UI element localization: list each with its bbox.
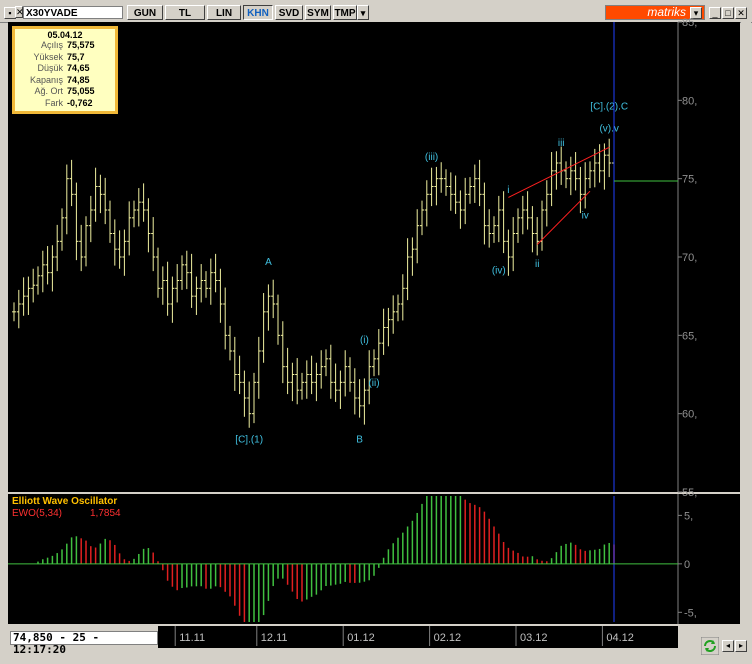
oscillator-scrollbar[interactable] — [741, 494, 751, 624]
wave-label: (iv) — [492, 265, 506, 276]
info-value: 75,055 — [67, 86, 95, 96]
wave-label: [C].(2).C — [590, 102, 628, 113]
info-row-low: Düşük 74,65 — [15, 63, 115, 75]
oscillator-series-value: 1,7854 — [90, 508, 121, 519]
info-row-open: Açılış 75,575 — [15, 40, 115, 52]
chart-window: ▪ ✕ X30YVADE GUN TL LIN KHN SVD SYM TMP … — [0, 0, 752, 664]
info-date: 05.04.12 — [47, 30, 83, 40]
info-label: Düşük — [37, 63, 63, 73]
wave-label: [C].(1) — [235, 434, 263, 445]
info-label: Fark — [45, 97, 63, 108]
info-box: 05.04.12 Açılış 75,575 Yüksek 75,7 Düşük 74… — [12, 26, 118, 114]
price-scrollbar[interactable] — [741, 22, 751, 492]
info-label: Kapanış — [29, 74, 63, 85]
oscillator-tick-label: 0 — [684, 559, 690, 571]
price-tick-label: 65, — [682, 330, 697, 342]
date-tick-label: 11.11 — [179, 632, 205, 644]
wave-label: iii — [558, 138, 565, 149]
date-tick-label: 04.12 — [606, 632, 634, 644]
wave-label: (i) — [360, 335, 369, 346]
scroll-right-icon[interactable]: ▸ — [735, 640, 747, 652]
price-tick-label: 75, — [682, 174, 697, 186]
price-tick-label: 70, — [682, 252, 697, 264]
info-label: Açılış — [40, 40, 63, 50]
info-label: Ağ. Ort — [34, 86, 63, 96]
info-value: 74,85 — [67, 74, 90, 85]
info-value: 75,7 — [67, 51, 85, 62]
date-axis-panel — [158, 626, 678, 648]
oscillator-title: Elliott Wave Oscillator — [12, 496, 117, 507]
price-tick-label: 85, — [682, 17, 697, 29]
info-value: 74,65 — [67, 63, 90, 73]
date-tick-label: 01.12 — [347, 632, 375, 644]
info-row-change: Fark -0,762 — [15, 98, 115, 110]
wave-label: iv — [582, 210, 589, 221]
date-tick-label: 12.11 — [261, 632, 288, 644]
wave-label: (v).v — [599, 124, 618, 135]
info-row-close: Kapanış 74,85 — [15, 75, 115, 87]
info-row-weighted-avg: Ağ. Ort 75,055 — [15, 86, 115, 98]
wave-label: A — [265, 257, 272, 268]
info-value: 75,575 — [67, 40, 95, 50]
refresh-icon[interactable] — [701, 637, 719, 655]
date-tick-label: 03.12 — [520, 632, 548, 644]
status-value-display: 74,850 - 25 - 12:17:20 — [10, 631, 158, 656]
date-tick-label: 02.12 — [434, 632, 462, 644]
scroll-left-icon[interactable]: ◂ — [722, 640, 734, 652]
oscillator-tick-label: 5, — [684, 510, 693, 522]
wave-label: ii — [535, 259, 539, 270]
wave-label: i — [507, 185, 509, 196]
info-row-high: Yüksek 75,7 — [15, 52, 115, 64]
oscillator-tick-label: -5, — [684, 607, 697, 619]
wave-label: (ii) — [368, 378, 379, 389]
wave-label: (iii) — [425, 152, 438, 163]
wave-label: B — [356, 434, 363, 445]
price-tick-label: 80, — [682, 95, 697, 107]
oscillator-series-label: EWO(5,34) — [12, 508, 62, 519]
info-label: Yüksek — [33, 51, 63, 62]
price-tick-label: 55, — [682, 487, 697, 499]
info-value: -0,762 — [67, 97, 93, 108]
price-tick-label: 60, — [682, 409, 697, 421]
